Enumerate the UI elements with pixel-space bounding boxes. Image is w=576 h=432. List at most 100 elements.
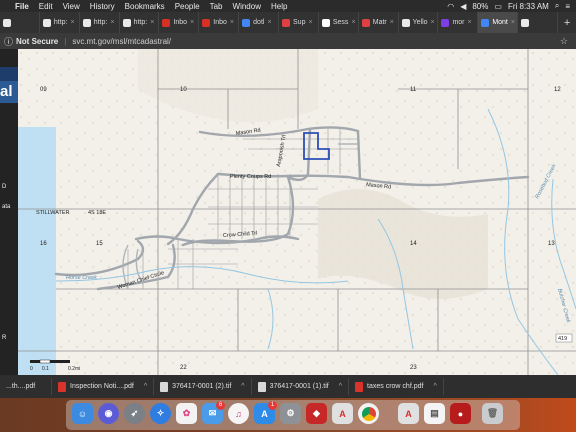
tab-favicon-icon	[441, 18, 450, 27]
tab-label: Yello	[412, 19, 428, 26]
search-icon[interactable]: ⌕	[555, 1, 559, 11]
browser-tab[interactable]: Matr ×	[359, 12, 399, 33]
close-tab-icon[interactable]: ×	[468, 19, 472, 26]
menu-tab[interactable]: Tab	[205, 2, 228, 11]
star-icon[interactable]: ☆	[560, 36, 576, 47]
browser-tab[interactable]: http: ×	[120, 12, 160, 33]
menu-list-icon[interactable]: ≡	[565, 2, 570, 11]
logo-text: al	[0, 83, 13, 100]
tab-favicon-icon	[481, 18, 490, 27]
browser-tab[interactable]: Yello ×	[399, 12, 439, 33]
new-tab-button[interactable]: +	[558, 12, 576, 33]
browser-tab[interactable]: Sup ×	[279, 12, 319, 33]
section-label: 09	[40, 87, 47, 93]
tab-favicon-icon	[122, 18, 131, 27]
tab-favicon-icon	[401, 18, 410, 27]
tab-label: http:	[93, 19, 108, 26]
battery-percent[interactable]: 80%	[472, 2, 488, 11]
info-icon[interactable]: ⓘ	[0, 35, 13, 48]
close-tab-icon[interactable]: ×	[431, 19, 435, 26]
browser-tab[interactable]: mor ×	[438, 12, 479, 33]
itunes-icon[interactable]: ♫	[228, 403, 249, 424]
sidebar-letter[interactable]: ata	[2, 204, 10, 210]
browser-tab[interactable]: Mont ×	[478, 12, 519, 33]
close-tab-icon[interactable]: ×	[308, 19, 312, 26]
download-item[interactable]: 376417-0001 (2).tif ^	[154, 378, 252, 395]
trash-icon[interactable]: 🗑	[482, 403, 503, 424]
siri-icon[interactable]: ◉	[98, 403, 119, 424]
chevron-up-icon[interactable]: ^	[235, 383, 244, 390]
security-status[interactable]: Not Secure	[13, 37, 64, 46]
browser-tab[interactable]: http: ×	[80, 12, 120, 33]
safari-icon[interactable]: ✧	[150, 403, 171, 424]
menu-window[interactable]: Window	[228, 2, 266, 11]
tab-label: Matr	[372, 19, 387, 26]
address-bar[interactable]: ⓘ Not Secure | svc.mt.gov/msl/mtcadastra…	[0, 33, 576, 49]
menu-help[interactable]: Help	[266, 2, 292, 11]
browser-tab[interactable]: dotl ×	[239, 12, 280, 33]
acrobat-icon[interactable]: A	[332, 403, 353, 424]
chevron-up-icon[interactable]: ^	[427, 383, 436, 390]
menu-bookmarks[interactable]: Bookmarks	[120, 2, 170, 11]
map-canvas[interactable]: 09 10 11 12 16 15 14 13 22 23 STILLWATER…	[18, 49, 576, 375]
tab-label: dotl	[253, 19, 265, 26]
range-label: 4S 18E	[88, 210, 106, 216]
wifi-icon[interactable]: ◠	[447, 2, 454, 11]
close-tab-icon[interactable]: ×	[110, 19, 114, 26]
tab-label: Inbo	[173, 19, 188, 26]
photo-booth-icon[interactable]: ●	[450, 403, 471, 424]
browser-tab[interactable]: Sess ×	[319, 12, 359, 33]
close-tab-icon[interactable]: ×	[230, 19, 234, 26]
photos-icon[interactable]: ✿	[176, 403, 197, 424]
menu-edit[interactable]: Edit	[34, 2, 58, 11]
preview-icon[interactable]: ▤	[424, 403, 445, 424]
chevron-up-icon[interactable]: ^	[333, 383, 342, 390]
close-tab-icon[interactable]: ×	[190, 19, 194, 26]
shield-app-icon[interactable]: ◆	[306, 403, 327, 424]
scale-label: 0.1	[42, 366, 49, 372]
download-item[interactable]: ...th....pdf	[0, 378, 52, 395]
download-name: 376417-0001 (2).tif	[172, 383, 232, 390]
sidebar-letter[interactable]: D	[2, 184, 6, 190]
close-tab-icon[interactable]: ×	[390, 19, 394, 26]
menu-people[interactable]: People	[170, 2, 205, 11]
road-label-plenty-coups: Plenty Coups Rd	[230, 174, 271, 180]
cadastral-map[interactable]: 09 10 11 12 16 15 14 13 22 23 STILLWATER…	[18, 49, 576, 375]
browser-tab[interactable]	[518, 12, 559, 33]
scale-label: 0	[30, 366, 33, 372]
pdf-file-icon	[58, 381, 66, 392]
tab-label: mor	[452, 19, 465, 26]
browser-tab[interactable]: http: ×	[40, 12, 80, 33]
tab-favicon-icon	[202, 18, 211, 27]
section-label: 15	[96, 241, 103, 247]
close-tab-icon[interactable]: ×	[70, 19, 74, 26]
tab-label: Mont	[492, 19, 508, 26]
close-tab-icon[interactable]: ×	[351, 19, 355, 26]
download-item[interactable]: taxes crow chf.pdf ^	[349, 378, 444, 395]
chevron-up-icon[interactable]: ^	[138, 383, 147, 390]
download-item[interactable]: Inspection Noti....pdf ^	[52, 378, 155, 395]
tab-label: Sup	[293, 19, 306, 26]
menu-view[interactable]: View	[58, 2, 85, 11]
download-name: taxes crow chf.pdf	[367, 383, 424, 390]
url-text[interactable]: svc.mt.gov/msl/mtcadastral/	[72, 37, 171, 46]
battery-icon: ▭	[494, 1, 502, 11]
system-preferences-icon[interactable]: ⚙	[280, 403, 301, 424]
finder-icon[interactable]: ☺	[72, 403, 93, 424]
acrobat-reader-icon[interactable]: A	[398, 403, 419, 424]
close-tab-icon[interactable]: ×	[150, 19, 154, 26]
volume-icon[interactable]: ◀	[460, 2, 466, 11]
browser-tab[interactable]: Inbo ×	[159, 12, 200, 33]
menu-history[interactable]: History	[85, 2, 120, 11]
close-tab-icon[interactable]: ×	[267, 19, 271, 26]
close-tab-icon[interactable]: ×	[511, 19, 515, 26]
menu-file[interactable]: File	[10, 2, 34, 11]
sidebar-letter[interactable]: R	[2, 335, 6, 341]
browser-tab[interactable]: Inbo ×	[199, 12, 240, 33]
clock[interactable]: Fri 8:33 AM	[508, 2, 549, 11]
launchpad-icon[interactable]: ➶	[124, 403, 145, 424]
download-item[interactable]: 376417-0001 (1).tif ^	[252, 378, 350, 395]
chrome-icon[interactable]	[358, 403, 379, 424]
browser-tab[interactable]	[0, 12, 40, 33]
address-separator: |	[64, 36, 67, 46]
